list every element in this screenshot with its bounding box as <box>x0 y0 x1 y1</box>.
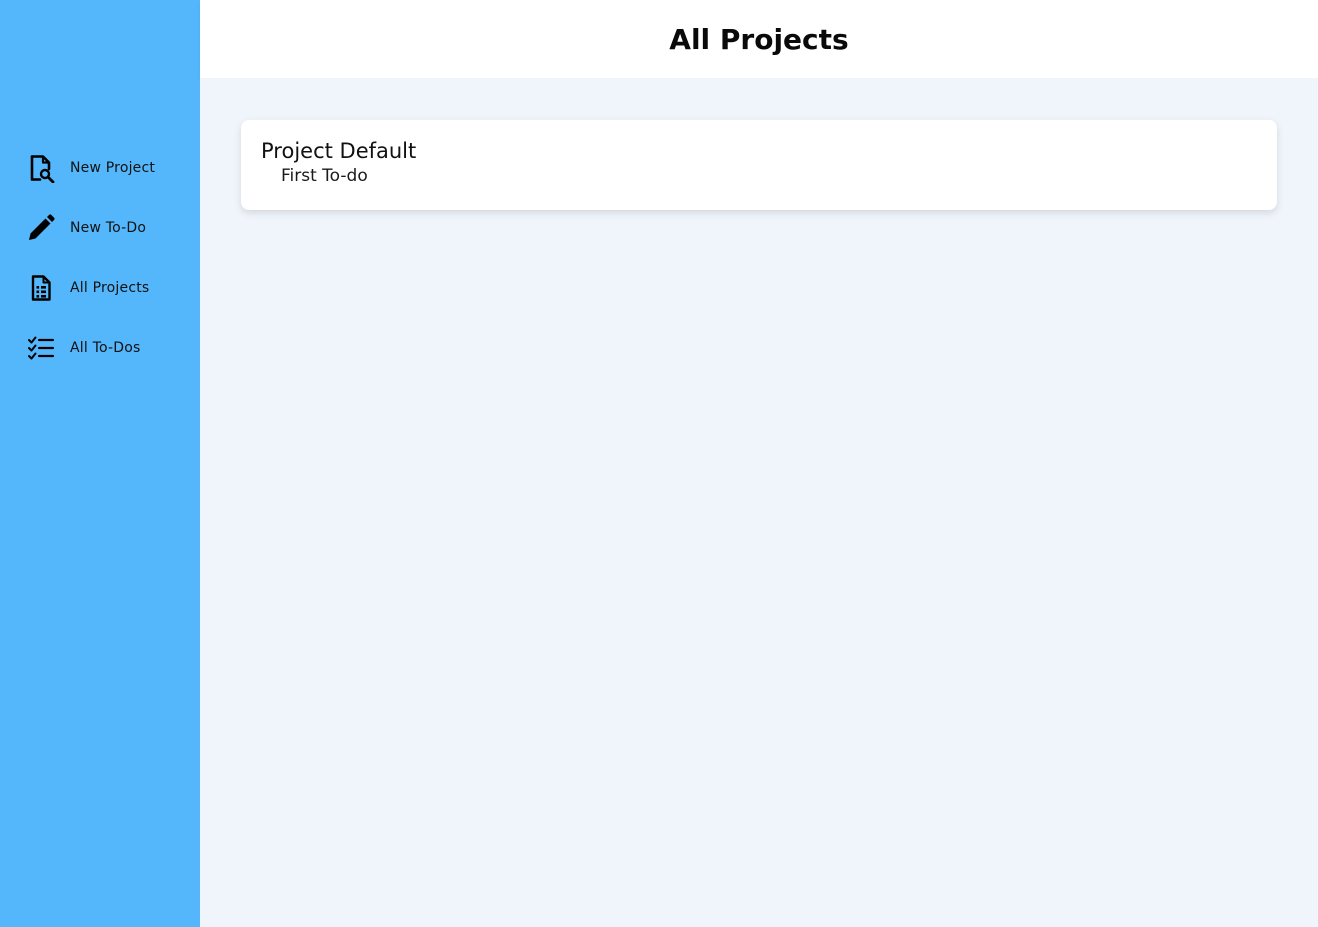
sidebar-item-label: New Project <box>70 160 156 176</box>
project-card[interactable]: Project Default First To-do <box>241 120 1277 210</box>
sidebar-item-label: New To-Do <box>70 220 147 236</box>
header: All Projects <box>200 0 1318 78</box>
sidebar-item-new-project[interactable]: New Project <box>0 138 200 198</box>
sidebar-item-all-projects[interactable]: All Projects <box>0 258 200 318</box>
sidebar-nav: New Project New To-Do All Projects All T… <box>0 138 200 378</box>
new-project-icon <box>26 153 56 183</box>
sidebar-item-new-todo[interactable]: New To-Do <box>0 198 200 258</box>
project-title: Project Default <box>261 139 417 163</box>
pencil-icon <box>26 213 56 243</box>
sidebar-item-all-todos[interactable]: All To-Dos <box>0 318 200 378</box>
main-content: Project Default First To-do <box>200 78 1318 927</box>
document-list-icon <box>26 273 56 303</box>
app: New Project New To-Do All Projects All T… <box>0 0 1318 927</box>
page-title: All Projects <box>669 22 849 56</box>
checklist-icon <box>26 333 56 363</box>
sidebar-item-label: All Projects <box>70 280 150 296</box>
todo-item[interactable]: First To-do <box>281 165 1257 187</box>
sidebar: New Project New To-Do All Projects All T… <box>0 0 200 927</box>
sidebar-item-label: All To-Dos <box>70 340 141 356</box>
